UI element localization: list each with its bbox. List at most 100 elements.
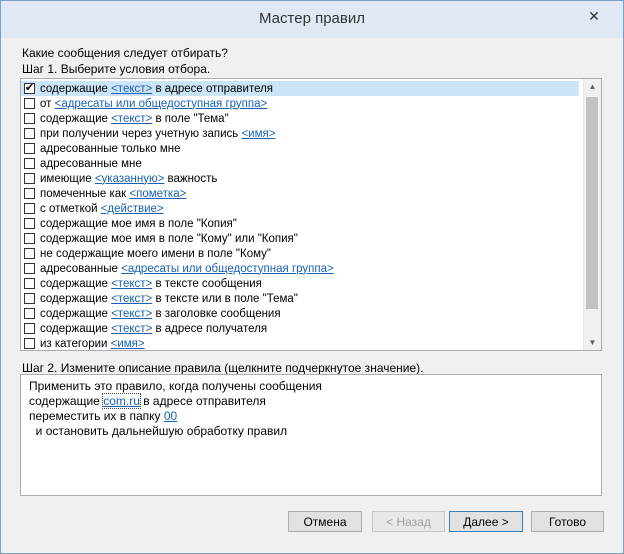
condition-label: содержащие мое имя в поле "Кому" или "Ко…: [40, 233, 298, 245]
next-button[interactable]: Далее >: [449, 511, 523, 532]
checkbox[interactable]: [24, 218, 35, 229]
condition-item[interactable]: с отметкой <действие>: [21, 201, 583, 216]
condition-value-link[interactable]: <адресаты или общедоступная группа>: [121, 263, 334, 275]
checkbox[interactable]: [24, 158, 35, 169]
condition-text: адресованные: [40, 262, 122, 275]
close-icon[interactable]: ✕: [571, 1, 617, 31]
description-text: переместить их в папку: [29, 409, 164, 423]
condition-item[interactable]: имеющие <указанную> важность: [21, 171, 583, 186]
condition-item[interactable]: содержащие мое имя в поле "Кому" или "Ко…: [21, 231, 583, 246]
condition-text: содержащие: [40, 112, 112, 125]
cancel-button[interactable]: Отмена: [288, 511, 362, 532]
checkbox[interactable]: [24, 113, 35, 124]
condition-text: в тексте сообщения: [152, 277, 262, 290]
condition-text: не содержащие моего имени в поле "Кому": [40, 247, 271, 260]
description-line-1: Применить это правило, когда получены со…: [29, 379, 322, 393]
checkbox[interactable]: [24, 233, 35, 244]
condition-label: содержащие мое имя в поле "Копия": [40, 218, 237, 230]
checkbox[interactable]: [24, 98, 35, 109]
checked-checkbox[interactable]: ✔: [24, 83, 35, 94]
condition-item[interactable]: адресованные только мне: [21, 141, 583, 156]
checkbox[interactable]: [24, 203, 35, 214]
condition-value-link[interactable]: <текст>: [111, 113, 152, 125]
scroll-up-icon[interactable]: ▲: [584, 79, 601, 94]
condition-label: адресованные <адресаты или общедоступная…: [40, 263, 334, 275]
condition-item[interactable]: содержащие <текст> в поле "Тема": [21, 111, 583, 126]
description-text: в адресе отправителя: [139, 394, 266, 408]
condition-text: в поле "Тема": [152, 112, 229, 125]
condition-value-link[interactable]: <адресаты или общедоступная группа>: [55, 98, 268, 110]
conditions-list[interactable]: из категории <имя> содержащие <текст> в а…: [20, 78, 602, 351]
condition-value-link[interactable]: <имя>: [241, 128, 275, 140]
checkbox[interactable]: [24, 278, 35, 289]
condition-label: из категории <имя>: [40, 338, 145, 350]
checkbox[interactable]: [24, 293, 35, 304]
description-text: содержащие: [29, 394, 104, 408]
condition-text: адресованные только мне: [40, 142, 181, 155]
condition-label: содержащие <текст> в тексте или в поле "…: [40, 293, 298, 305]
question-label: Какие сообщения следует отбирать?: [22, 46, 228, 60]
condition-label: при получении через учетную запись <имя>: [40, 128, 275, 140]
condition-value-link[interactable]: <текст>: [111, 308, 152, 320]
condition-label: содержащие <текст> в поле "Тема": [40, 113, 229, 125]
condition-value-link[interactable]: <указанную>: [95, 173, 164, 185]
scroll-down-icon[interactable]: ▼: [584, 335, 601, 350]
condition-item[interactable]: ✔ содержащие <текст> в адресе отправителя: [21, 81, 579, 96]
condition-text: адресованные мне: [40, 157, 142, 170]
condition-value-link[interactable]: <имя>: [111, 338, 145, 350]
condition-text: в заголовке сообщения: [152, 307, 281, 320]
condition-label: не содержащие моего имени в поле "Кому": [40, 248, 271, 260]
condition-text: в тексте или в поле "Тема": [152, 292, 298, 305]
window-title: Мастер правил: [259, 10, 365, 27]
condition-text: содержащие: [40, 307, 112, 320]
condition-label: содержащие <текст> в адресе отправителя: [40, 83, 273, 95]
condition-text: с отметкой: [40, 202, 101, 215]
condition-item[interactable]: содержащие <текст> в заголовке сообщения: [21, 306, 583, 321]
condition-item[interactable]: содержащие <текст> в тексте сообщения: [21, 276, 583, 291]
condition-text: из категории: [40, 337, 111, 350]
checkbox[interactable]: [24, 248, 35, 259]
condition-item[interactable]: содержащие мое имя в поле "Копия": [21, 216, 583, 231]
condition-item[interactable]: не содержащие моего имени в поле "Кому": [21, 246, 583, 261]
condition-label: от <адресаты или общедоступная группа>: [40, 98, 267, 110]
condition-label: имеющие <указанную> важность: [40, 173, 217, 185]
condition-value-link[interactable]: <текст>: [111, 278, 152, 290]
condition-value-link[interactable]: <пометка>: [129, 188, 186, 200]
condition-item[interactable]: адресованные мне: [21, 156, 583, 171]
condition-item[interactable]: при получении через учетную запись <имя>: [21, 126, 583, 141]
checkbox[interactable]: [24, 338, 35, 349]
checkbox[interactable]: [24, 188, 35, 199]
scroll-thumb[interactable]: [586, 97, 598, 309]
checkbox[interactable]: [24, 143, 35, 154]
condition-item[interactable]: адресованные <адресаты или общедоступная…: [21, 261, 583, 276]
rules-wizard-window: Мастер правил ✕ Какие сообщения следует …: [0, 0, 624, 554]
checkbox[interactable]: [24, 323, 35, 334]
condition-item[interactable]: от <адресаты или общедоступная группа>: [21, 96, 583, 111]
condition-text: важность: [164, 172, 218, 185]
condition-text: в адресе получателя: [152, 322, 268, 335]
condition-text: содержащие мое имя в поле "Копия": [40, 217, 237, 230]
condition-text: от: [40, 97, 55, 110]
condition-value-link[interactable]: <действие>: [101, 203, 164, 215]
checkbox[interactable]: [24, 308, 35, 319]
conditions-scrollbar[interactable]: ▲ ▼: [583, 79, 601, 350]
description-line-2: содержащие com.ru в адресе отправителя: [29, 393, 266, 409]
condition-item[interactable]: из категории <имя>: [21, 336, 583, 350]
sender-text-link[interactable]: com.ru: [102, 393, 141, 409]
condition-value-link[interactable]: <текст>: [111, 323, 152, 335]
condition-value-link[interactable]: <текст>: [111, 83, 152, 95]
folder-link[interactable]: 00: [164, 409, 177, 423]
condition-item[interactable]: содержащие <текст> в тексте или в поле "…: [21, 291, 583, 306]
condition-value-link[interactable]: <текст>: [111, 293, 152, 305]
condition-item[interactable]: содержащие <текст> в адресе получателя: [21, 321, 583, 336]
back-button[interactable]: < Назад: [372, 511, 445, 532]
checkbox[interactable]: [24, 263, 35, 274]
condition-text: содержащие: [40, 322, 112, 335]
condition-label: содержащие <текст> в адресе получателя: [40, 323, 267, 335]
description-line-3: переместить их в папку 00: [29, 409, 177, 423]
checkbox[interactable]: [24, 128, 35, 139]
step1-label: Шаг 1. Выберите условия отбора.: [22, 62, 211, 76]
condition-item[interactable]: помеченные как <пометка>: [21, 186, 583, 201]
checkbox[interactable]: [24, 173, 35, 184]
finish-button[interactable]: Готово: [531, 511, 604, 532]
